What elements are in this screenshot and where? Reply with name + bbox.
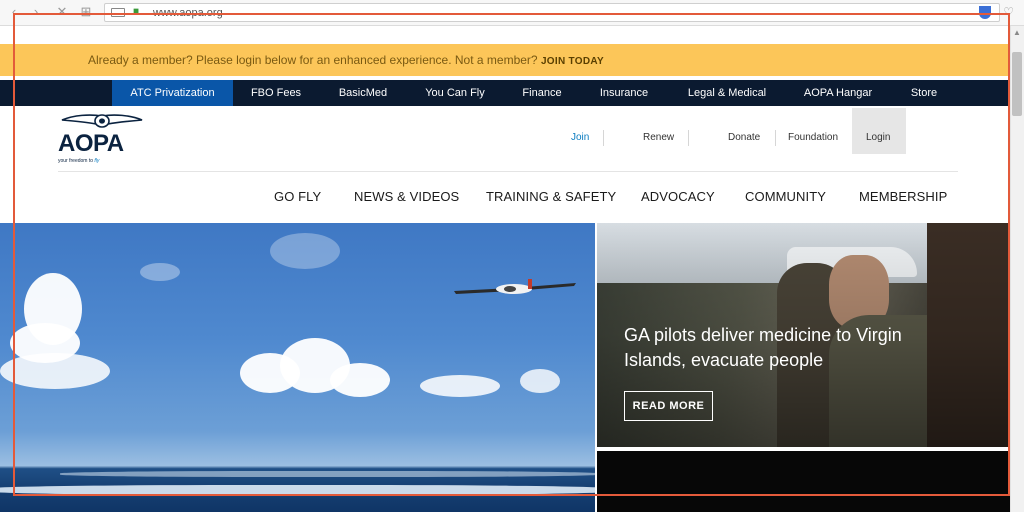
grid-icon[interactable]: ⊞	[78, 4, 94, 20]
top-nav-store[interactable]: Store	[900, 80, 948, 106]
donate-link[interactable]: Donate	[728, 132, 760, 146]
join-link[interactable]: Join	[571, 132, 589, 146]
address-bar[interactable]: ■ www.aopa.org	[104, 3, 1000, 22]
logo-tagline-prefix: your freedom to	[58, 158, 94, 164]
top-nav-insurance[interactable]: Insurance	[590, 80, 658, 106]
member-banner: Already a member? Please login below for…	[0, 44, 1010, 76]
top-nav-basicmed[interactable]: BasicMed	[326, 80, 400, 106]
top-nav-atc-privatization[interactable]: ATC Privatization	[112, 80, 233, 106]
utility-divider	[603, 130, 604, 146]
logo-tagline-accent: fly	[94, 158, 100, 164]
main-nav-go-fly[interactable]: GO FLY	[274, 189, 321, 204]
utility-divider	[688, 130, 689, 146]
login-button[interactable]: Login	[852, 108, 906, 154]
top-nav: ATC Privatization FBO Fees BasicMed You …	[0, 80, 1010, 106]
airplane-icon	[454, 279, 576, 294]
logo-wordmark: AOPA	[58, 130, 124, 157]
wings-icon	[61, 114, 143, 128]
top-nav-finance[interactable]: Finance	[512, 80, 572, 106]
main-nav-advocacy[interactable]: ADVOCACY	[641, 189, 715, 204]
foundation-link[interactable]: Foundation	[788, 132, 838, 146]
main-nav-news-videos[interactable]: NEWS & VIDEOS	[354, 189, 459, 204]
browser-window: ‹ › ✕ ⊞ ■ www.aopa.org ♡ ▲ Already a mem…	[0, 0, 1024, 512]
back-icon[interactable]: ‹	[6, 4, 22, 20]
hero-story-card[interactable]: GA pilots deliver medicine to Virgin Isl…	[597, 223, 1010, 447]
read-more-button[interactable]: READ MORE	[624, 391, 713, 421]
top-nav-aopa-hangar[interactable]: AOPA Hangar	[796, 80, 880, 106]
scrollbar-thumb[interactable]	[1012, 52, 1022, 116]
story-headline[interactable]: GA pilots deliver medicine to Virgin Isl…	[624, 323, 954, 373]
renew-link[interactable]: Renew	[643, 132, 674, 146]
logo-tagline: your freedom to fly	[58, 158, 99, 164]
browser-toolbar: ‹ › ✕ ⊞ ■ www.aopa.org ♡	[0, 0, 1024, 26]
hero-lower-panel	[597, 451, 1010, 512]
forward-icon[interactable]: ›	[28, 4, 44, 20]
lock-icon: ■	[133, 6, 140, 17]
header-divider	[58, 171, 958, 172]
main-nav-community[interactable]: COMMUNITY	[745, 189, 826, 204]
main-nav-training-safety[interactable]: TRAINING & SAFETY	[486, 189, 616, 204]
scroll-up-icon[interactable]: ▲	[1010, 26, 1024, 40]
shield-icon[interactable]	[979, 6, 991, 19]
close-icon[interactable]: ✕	[54, 4, 70, 20]
keyboard-icon	[111, 8, 125, 17]
join-today-link[interactable]: JOIN TODAY	[541, 56, 604, 67]
heart-icon[interactable]: ♡	[1003, 5, 1014, 19]
top-nav-legal-medical[interactable]: Legal & Medical	[680, 80, 774, 106]
top-nav-fbo-fees[interactable]: FBO Fees	[244, 80, 308, 106]
top-nav-you-can-fly[interactable]: You Can Fly	[416, 80, 494, 106]
utility-divider	[775, 130, 776, 146]
member-banner-text: Already a member? Please login below for…	[88, 53, 538, 67]
member-banner-text-wrap: Already a member? Please login below for…	[88, 53, 604, 67]
aopa-logo[interactable]: AOPA your freedom to fly	[56, 112, 146, 168]
main-nav-membership[interactable]: MEMBERSHIP	[859, 189, 947, 204]
login-label: Login	[866, 132, 891, 143]
hero-airplane-image[interactable]	[0, 223, 595, 512]
url-text[interactable]: www.aopa.org	[153, 6, 223, 20]
